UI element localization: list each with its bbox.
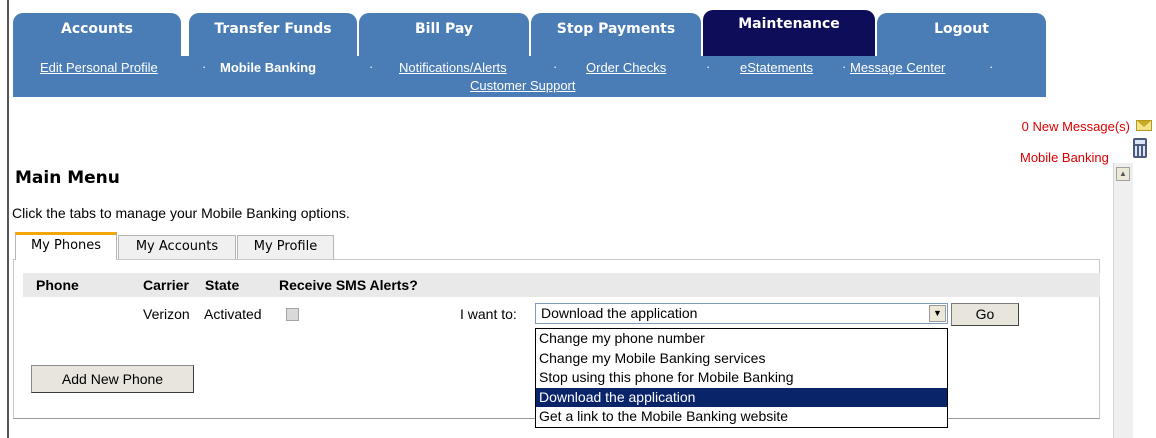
tab-bill-pay[interactable]: Bill Pay — [359, 13, 529, 57]
option-download-application[interactable]: Download the application — [536, 387, 947, 407]
subnav-notifications-alerts[interactable]: Notifications/Alerts — [399, 60, 507, 75]
tab-transfer-funds[interactable]: Transfer Funds — [189, 13, 357, 57]
subnav-edit-personal-profile[interactable]: Edit Personal Profile — [40, 60, 158, 75]
header-state: State — [205, 277, 240, 293]
page-instruction: Click the tabs to manage your Mobile Ban… — [12, 205, 350, 221]
go-button[interactable]: Go — [951, 303, 1019, 326]
subnav-separator: · — [553, 59, 558, 74]
page-title: Main Menu — [15, 168, 120, 188]
sub-nav: Edit Personal Profile · Mobile Banking ·… — [13, 56, 1046, 97]
carrier-cell: Verizon — [143, 306, 190, 322]
page-left-border — [7, 0, 9, 438]
state-cell: Activated — [204, 306, 262, 322]
subnav-customer-support[interactable]: Customer Support — [470, 78, 576, 93]
subnav-message-center[interactable]: Message Center — [850, 60, 945, 75]
subnav-order-checks[interactable]: Order Checks — [586, 60, 666, 75]
tab-stop-payments[interactable]: Stop Payments — [531, 13, 701, 57]
mobile-banking-link[interactable]: Mobile Banking — [1020, 150, 1109, 165]
subnav-separator: · — [202, 59, 207, 74]
tab-logout[interactable]: Logout — [877, 13, 1046, 57]
chevron-down-icon[interactable]: ▼ — [929, 305, 946, 322]
subnav-mobile-banking[interactable]: Mobile Banking — [220, 60, 316, 75]
subnav-separator: · — [706, 59, 711, 74]
tab-my-accounts[interactable]: My Accounts — [118, 235, 236, 259]
subnav-separator: · — [369, 59, 374, 74]
action-dropdown-list: Change my phone number Change my Mobile … — [535, 328, 948, 428]
action-select-value: Download the application — [541, 305, 698, 321]
scroll-up-icon[interactable]: ▲ — [1116, 167, 1130, 181]
scrollbar[interactable] — [1113, 163, 1133, 438]
header-sms-alerts: Receive SMS Alerts? — [279, 277, 418, 293]
add-new-phone-button[interactable]: Add New Phone — [31, 365, 194, 393]
calculator-icon[interactable] — [1133, 138, 1147, 158]
phones-panel: Phone Carrier State Receive SMS Alerts? … — [13, 259, 1100, 428]
tab-accounts[interactable]: Accounts — [13, 13, 181, 57]
subnav-estatements[interactable]: eStatements — [740, 60, 813, 75]
subnav-separator: · — [989, 59, 994, 74]
option-stop-using-phone[interactable]: Stop using this phone for Mobile Banking — [536, 368, 947, 388]
option-change-phone-number[interactable]: Change my phone number — [536, 329, 947, 349]
tab-maintenance[interactable]: Maintenance — [703, 10, 875, 57]
tab-my-phones[interactable]: My Phones — [15, 232, 117, 260]
tab-my-profile[interactable]: My Profile — [237, 235, 334, 259]
action-select[interactable]: Download the application ▼ — [535, 303, 948, 324]
header-carrier: Carrier — [143, 277, 189, 293]
action-label: I want to: — [460, 306, 517, 322]
subnav-separator: · — [842, 59, 847, 74]
option-get-website-link[interactable]: Get a link to the Mobile Banking website — [536, 407, 947, 427]
envelope-icon[interactable] — [1136, 120, 1152, 131]
sms-alerts-checkbox[interactable] — [286, 308, 299, 321]
header-phone: Phone — [36, 277, 79, 293]
option-change-services[interactable]: Change my Mobile Banking services — [536, 349, 947, 369]
new-messages-link[interactable]: 0 New Message(s) — [1022, 119, 1130, 134]
